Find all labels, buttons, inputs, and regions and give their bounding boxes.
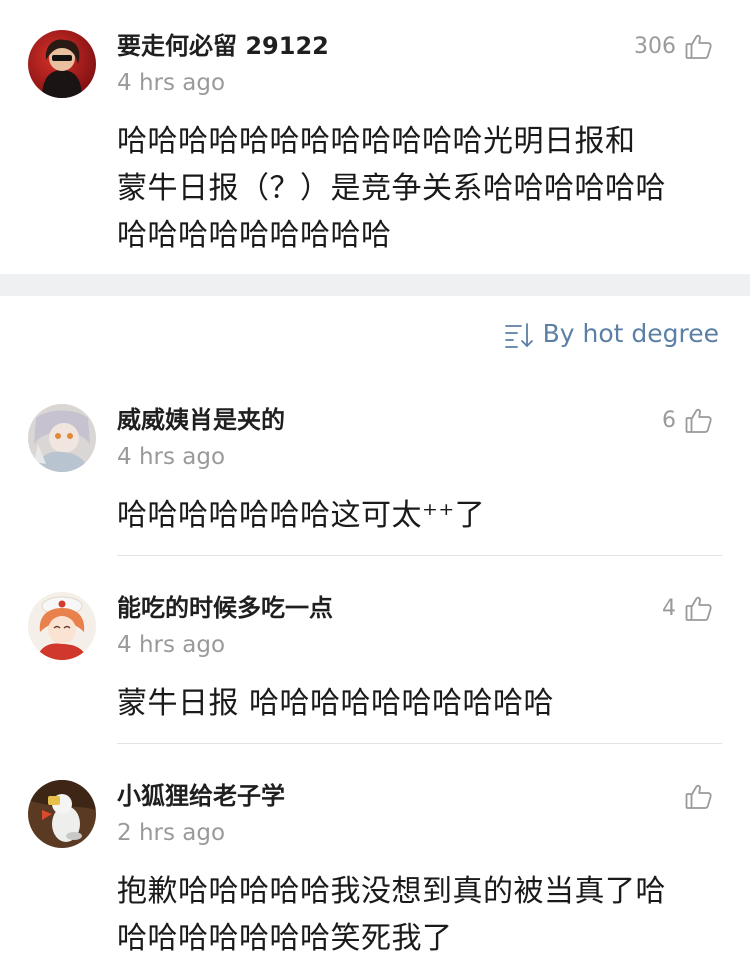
comment-line: 蒙牛日报 哈哈哈哈哈哈哈哈哈哈 [117, 686, 555, 721]
like-count: 306 [634, 34, 676, 59]
sort-lines-icon [503, 318, 535, 350]
username[interactable]: 要走何必留 29122 [117, 31, 329, 61]
avatar-image [28, 30, 96, 98]
comment-line: 哈哈哈哈哈哈哈这可太⁺⁺了 [117, 498, 486, 533]
comment-text: 哈哈哈哈哈哈哈这可太⁺⁺了 [117, 492, 717, 539]
comment-text: 蒙牛日报 哈哈哈哈哈哈哈哈哈哈 [117, 680, 717, 727]
thumbs-up-icon [684, 782, 714, 812]
divider [117, 555, 722, 556]
section-separator [0, 274, 750, 296]
comment-text: 哈哈哈哈哈哈哈哈哈哈哈哈光明日报和 蒙牛日报（？）是竞争关系哈哈哈哈哈哈 哈哈哈… [117, 118, 717, 259]
sort-label: By hot degree [542, 319, 719, 348]
username[interactable]: 小狐狸给老子学 [117, 781, 285, 811]
avatar-image [28, 592, 96, 660]
avatar-image [28, 404, 96, 472]
like-button[interactable] [676, 780, 714, 814]
like-button[interactable]: 6 [662, 404, 714, 438]
comment-line: 哈哈哈哈哈哈哈哈哈 [117, 218, 392, 253]
sort-toggle[interactable]: By hot degree [503, 318, 719, 350]
timestamp: 4 hrs ago [117, 632, 226, 658]
comment-line: 哈哈哈哈哈哈哈哈哈哈哈哈光明日报和 [117, 124, 636, 159]
thumbs-up-icon [684, 594, 714, 624]
timestamp: 4 hrs ago [117, 70, 226, 96]
like-button[interactable]: 306 [634, 30, 714, 64]
username[interactable]: 威威姨肖是夹的 [117, 405, 285, 435]
thumbs-up-icon [684, 32, 714, 62]
divider [117, 743, 722, 744]
thumbs-up-icon [684, 406, 714, 436]
comment-line: 抱歉哈哈哈哈哈我没想到真的被当真了哈 [117, 874, 666, 909]
like-count: 4 [662, 596, 676, 621]
timestamp: 2 hrs ago [117, 820, 226, 846]
avatar-image [28, 780, 96, 848]
avatar[interactable] [28, 592, 96, 660]
comment-text: 抱歉哈哈哈哈哈我没想到真的被当真了哈 哈哈哈哈哈哈哈笑死我了 [117, 868, 717, 962]
avatar[interactable] [28, 404, 96, 472]
comment-page: 要走何必留 29122 4 hrs ago 306 哈哈哈哈哈哈哈哈哈哈哈哈光明… [0, 0, 750, 978]
like-button[interactable]: 4 [662, 592, 714, 626]
comment-line: 哈哈哈哈哈哈哈笑死我了 [117, 921, 453, 956]
comment-line: 蒙牛日报（？）是竞争关系哈哈哈哈哈哈 [117, 171, 666, 206]
username[interactable]: 能吃的时候多吃一点 [117, 593, 333, 623]
avatar[interactable] [28, 780, 96, 848]
timestamp: 4 hrs ago [117, 444, 226, 470]
avatar[interactable] [28, 30, 96, 98]
like-count: 6 [662, 408, 676, 433]
